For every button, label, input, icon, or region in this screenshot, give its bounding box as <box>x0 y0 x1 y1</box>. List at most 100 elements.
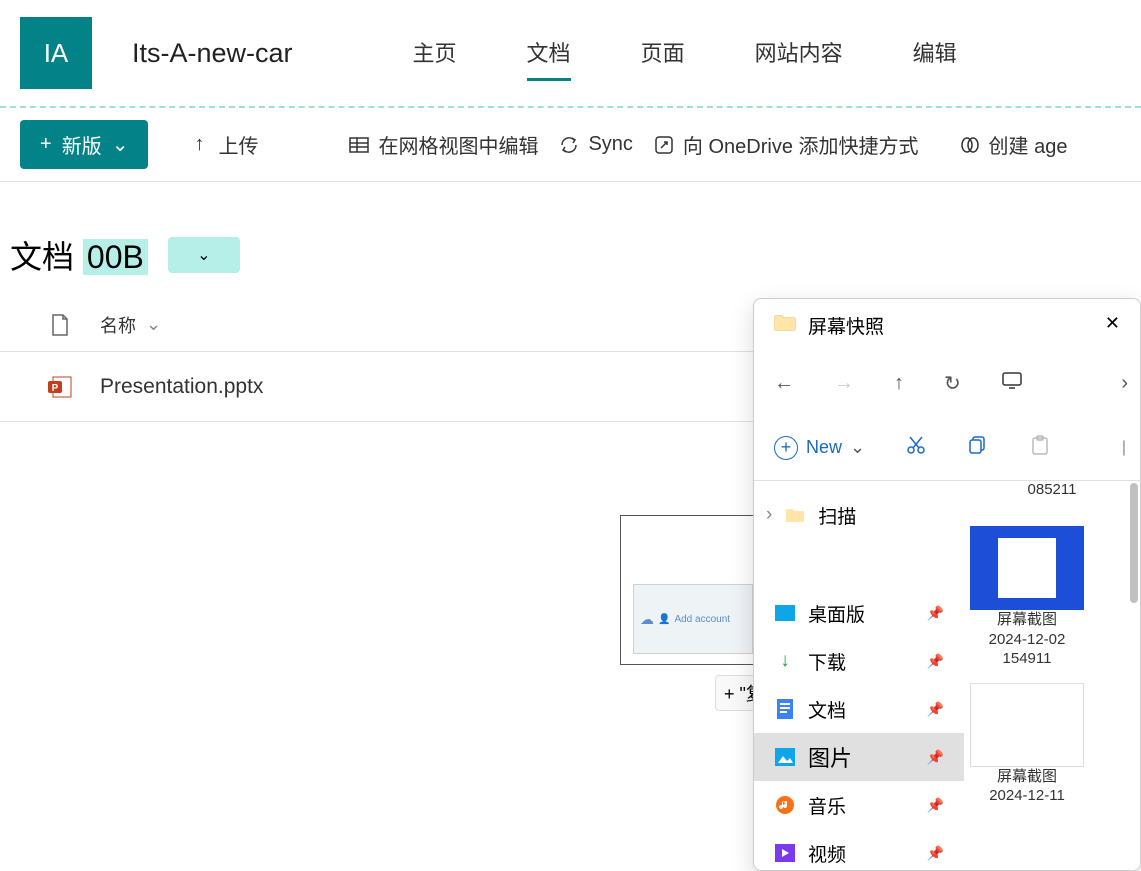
cut-icon[interactable] <box>905 434 927 461</box>
tab-pages[interactable]: 页面 <box>641 26 685 81</box>
sidebar-label: 桌面版 <box>808 600 865 627</box>
create-agent-button[interactable]: 创建 age <box>959 130 1068 159</box>
person-icon: 👤 <box>658 614 670 625</box>
site-header: IA Its-A-new-car 主页 文档 页面 网站内容 编辑 <box>0 0 1141 108</box>
new-button[interactable]: + 新版 ⌄ <box>20 120 148 169</box>
site-logo[interactable]: IA <box>20 17 92 89</box>
pin-icon[interactable]: 📌 <box>927 797 944 814</box>
more-icon[interactable]: | <box>1122 439 1126 457</box>
copy-icon[interactable] <box>967 434 989 461</box>
drag-preview-content: ☁ 👤 Add account <box>633 584 753 654</box>
sidebar-item-music[interactable]: 音乐 📌 <box>754 781 964 829</box>
file-type-icon: P <box>20 374 100 400</box>
sidebar-item-pictures[interactable]: 图片 📌 <box>754 733 964 781</box>
video-icon <box>774 842 796 864</box>
nav-tabs: 主页 文档 页面 网站内容 编辑 <box>413 26 957 81</box>
explorer-sidebar: › 扫描 桌面版 📌 ↓ 下载 📌 <box>754 481 964 870</box>
thumb-top-label: 085211 <box>970 481 1134 498</box>
refresh-icon[interactable]: ↻ <box>944 371 961 396</box>
sidebar-label: 图片 <box>808 741 852 773</box>
scrollbar[interactable] <box>1128 481 1140 870</box>
up-icon[interactable]: ↑ <box>894 372 904 395</box>
thumbnail-image <box>970 526 1084 610</box>
pin-icon[interactable]: 📌 <box>927 701 944 718</box>
pin-icon[interactable]: 📌 <box>927 845 944 862</box>
pictures-icon <box>774 746 796 768</box>
sync-button[interactable]: Sync <box>558 133 632 156</box>
grid-edit-button[interactable]: 在网格视图中编辑 <box>348 130 538 159</box>
chevron-down-icon: ⌄ <box>146 314 161 335</box>
library-title-suffix: 00B <box>83 239 148 275</box>
sidebar-item-scan[interactable]: › 扫描 <box>754 491 964 539</box>
site-title[interactable]: Its-A-new-car <box>132 38 293 69</box>
sidebar-item-downloads[interactable]: ↓ 下载 📌 <box>754 637 964 685</box>
back-icon[interactable]: ← <box>774 372 794 395</box>
desktop-icon <box>774 602 796 624</box>
sync-label: Sync <box>588 133 632 156</box>
tab-home[interactable]: 主页 <box>413 26 457 81</box>
grid-icon <box>348 134 370 156</box>
thumbnail-image <box>970 683 1084 767</box>
thumbnail-label: 屏幕截图 2024-12-02 154911 <box>970 610 1084 669</box>
music-icon <box>774 794 796 816</box>
onedrive-shortcut-button[interactable]: 向 OneDrive 添加快捷方式 <box>653 130 919 159</box>
forward-icon[interactable]: → <box>834 372 854 395</box>
explorer-title: 屏幕快照 <box>808 312 884 339</box>
new-button-label: 新版 <box>62 130 102 159</box>
upload-button[interactable]: ↑ 上传 <box>188 130 258 159</box>
onedrive-shortcut-label: 向 OneDrive 添加快捷方式 <box>683 130 919 159</box>
file-thumbnail[interactable]: 屏幕截图 2024-12-02 154911 <box>970 526 1084 669</box>
explorer-nav: ← → ↑ ↻ › <box>754 351 1140 415</box>
plus-circle-icon: + <box>774 436 798 460</box>
chevron-down-icon: ⌄ <box>850 437 865 458</box>
sidebar-label: 扫描 <box>818 502 856 529</box>
upload-icon: ↑ <box>188 134 210 156</box>
pin-icon[interactable]: 📌 <box>927 749 944 766</box>
shortcut-icon <box>653 134 675 156</box>
close-icon[interactable]: ✕ <box>1105 313 1120 334</box>
library-title-bar: 文档 00B ⌄ <box>0 182 1141 298</box>
folder-icon <box>774 313 796 337</box>
library-title-prefix: 文档 <box>10 239 74 275</box>
explorer-titlebar[interactable]: 屏幕快照 ✕ <box>754 299 1140 351</box>
sidebar-item-desktop[interactable]: 桌面版 📌 <box>754 589 964 637</box>
sidebar-item-videos[interactable]: 视频 📌 <box>754 829 964 870</box>
explorer-new-label: New <box>806 437 842 458</box>
chevron-right-icon[interactable]: › <box>1121 372 1128 395</box>
pin-icon[interactable]: 📌 <box>927 605 944 622</box>
drag-preview-text: Add account <box>674 614 730 625</box>
cloud-icon: ☁ <box>640 611 654 628</box>
document-icon <box>774 698 796 720</box>
column-type-icon[interactable] <box>20 313 100 337</box>
sync-icon <box>558 134 580 156</box>
explorer-toolbar: + New ⌄ | <box>754 415 1140 481</box>
sidebar-label: 视频 <box>808 840 846 867</box>
monitor-icon[interactable] <box>1001 369 1023 397</box>
plus-icon: + <box>40 133 52 156</box>
tab-site-contents[interactable]: 网站内容 <box>755 26 843 81</box>
powerpoint-icon: P <box>47 374 73 400</box>
file-thumbnail[interactable]: 屏幕截图 2024-12-11 <box>970 683 1084 806</box>
chevron-down-icon: ⌄ <box>112 132 129 157</box>
sidebar-item-documents[interactable]: 文档 📌 <box>754 685 964 733</box>
library-title: 文档 00B <box>10 232 148 278</box>
tab-edit[interactable]: 编辑 <box>913 26 957 81</box>
chevron-right-icon: › <box>766 504 772 526</box>
folder-icon <box>784 504 806 526</box>
tab-documents[interactable]: 文档 <box>527 26 571 81</box>
grid-edit-label: 在网格视图中编辑 <box>378 130 538 159</box>
explorer-body: › 扫描 桌面版 📌 ↓ 下载 📌 <box>754 481 1140 870</box>
svg-text:P: P <box>52 383 59 394</box>
explorer-new-button[interactable]: + New ⌄ <box>774 436 865 460</box>
file-explorer-window: 屏幕快照 ✕ ← → ↑ ↻ › + New ⌄ | › <box>753 298 1141 871</box>
sidebar-label: 文档 <box>808 696 846 723</box>
library-view-dropdown[interactable]: ⌄ <box>168 237 240 273</box>
upload-label: 上传 <box>218 130 258 159</box>
create-agent-label: 创建 age <box>989 130 1068 159</box>
sidebar-label: 下载 <box>808 648 846 675</box>
explorer-content: 085211 屏幕截图 2024-12-02 154911 屏幕截图 2024-… <box>964 481 1140 870</box>
paste-icon[interactable] <box>1029 434 1051 461</box>
pin-icon[interactable]: 📌 <box>927 653 944 670</box>
drag-preview: ☁ 👤 Add account <box>620 515 772 665</box>
download-icon: ↓ <box>774 650 796 672</box>
